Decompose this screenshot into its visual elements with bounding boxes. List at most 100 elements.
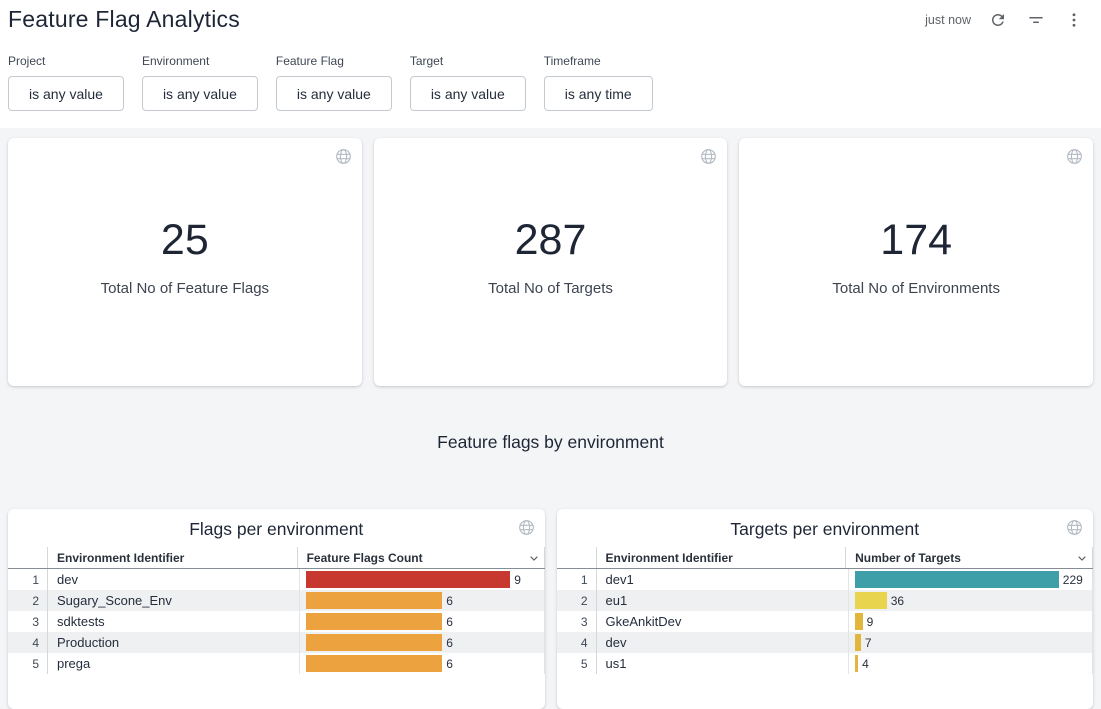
filter-icon (1027, 11, 1045, 29)
measure-cell[interactable]: 6 (300, 611, 544, 632)
bar-value-label: 229 (1063, 573, 1083, 587)
kpi-card-targets: 287 Total No of Targets (374, 138, 728, 386)
bar-value-label: 6 (446, 636, 453, 650)
kpi-card-feature-flags: 25 Total No of Feature Flags (8, 138, 362, 386)
filter-feature-flag: Feature Flag is any value (276, 54, 392, 111)
column-header-identifier[interactable]: Environment Identifier (597, 547, 847, 568)
environment-identifier-cell[interactable]: eu1 (597, 590, 849, 611)
globe-icon (334, 147, 353, 166)
bar-value-label: 6 (446, 657, 453, 671)
measure-cell[interactable]: 9 (849, 611, 1093, 632)
table-body: 1dev12292eu1363GkeAnkitDev94dev75us14 (557, 569, 1094, 674)
environment-identifier-cell[interactable]: sdktests (48, 611, 300, 632)
filter-environment: Environment is any value (142, 54, 258, 111)
row-number: 1 (8, 569, 48, 590)
bar-value-label: 6 (446, 615, 453, 629)
environment-identifier-cell[interactable]: prega (48, 653, 300, 674)
tile-globe-button[interactable] (699, 147, 718, 166)
filter-value-button[interactable]: is any value (276, 76, 392, 111)
globe-icon (699, 147, 718, 166)
table-header-row: Environment Identifier Feature Flags Cou… (8, 547, 545, 569)
dashboard-body: 25 Total No of Feature Flags 287 Total N… (0, 128, 1101, 709)
filter-bar: Project is any value Environment is any … (8, 54, 1093, 111)
row-number: 4 (8, 632, 48, 653)
bar-value-label: 4 (862, 657, 869, 671)
bar-value-label: 9 (867, 615, 874, 629)
kpi-label: Total No of Feature Flags (101, 280, 269, 297)
header-actions: just now (925, 6, 1085, 34)
bar-value-label: 9 (514, 573, 521, 587)
filter-label: Project (8, 54, 124, 68)
measure-cell[interactable]: 6 (300, 632, 544, 653)
table-row: 1dev1 229 (557, 569, 1094, 590)
bar-value-label: 7 (865, 636, 872, 650)
chevron-down-icon[interactable] (1074, 550, 1090, 566)
measure-cell[interactable]: 9 (300, 569, 544, 590)
column-header-measure[interactable]: Feature Flags Count (298, 547, 545, 568)
row-number: 2 (557, 590, 597, 611)
measure-cell[interactable]: 36 (849, 590, 1093, 611)
dashboard-header: Feature Flag Analytics just now Project … (0, 0, 1101, 128)
data-table: Environment Identifier Number of Targets… (557, 547, 1094, 674)
kebab-menu-icon (1065, 11, 1083, 29)
globe-icon (1065, 147, 1084, 166)
environment-identifier-cell[interactable]: GkeAnkitDev (597, 611, 849, 632)
row-number: 1 (557, 569, 597, 590)
value-bar (855, 655, 859, 672)
environment-identifier-cell[interactable]: Sugary_Scone_Env (48, 590, 300, 611)
kpi-label: Total No of Environments (832, 280, 1000, 297)
measure-cell[interactable]: 4 (849, 653, 1093, 674)
filter-label: Feature Flag (276, 54, 392, 68)
value-bar (306, 592, 442, 609)
kpi-value: 287 (515, 219, 587, 262)
value-bar (855, 613, 863, 630)
table-row: 1dev 9 (8, 569, 545, 590)
measure-cell[interactable]: 7 (849, 632, 1093, 653)
column-header-identifier[interactable]: Environment Identifier (48, 547, 298, 568)
filter-value-button[interactable]: is any time (544, 76, 653, 111)
more-options-button[interactable] (1063, 9, 1085, 31)
refresh-button[interactable] (987, 9, 1009, 31)
filter-label: Timeframe (544, 54, 653, 68)
chart-title: Flags per environment (8, 509, 545, 547)
filter-timeframe: Timeframe is any time (544, 54, 653, 111)
kpi-card-environments: 174 Total No of Environments (739, 138, 1093, 386)
measure-cell[interactable]: 6 (300, 653, 544, 674)
tile-globe-button[interactable] (334, 147, 353, 166)
data-table: Environment Identifier Feature Flags Cou… (8, 547, 545, 674)
row-number: 5 (557, 653, 597, 674)
tables-row: Flags per environment Environment Identi… (8, 509, 1093, 709)
environment-identifier-cell[interactable]: dev (48, 569, 300, 590)
column-header-measure[interactable]: Number of Targets (846, 547, 1093, 568)
tile-globe-button[interactable] (1065, 518, 1084, 537)
measure-cell[interactable]: 6 (300, 590, 544, 611)
refresh-icon (989, 11, 1007, 29)
filter-toggle-button[interactable] (1025, 9, 1047, 31)
filter-target: Target is any value (410, 54, 526, 111)
value-bar (306, 634, 442, 651)
kpi-row: 25 Total No of Feature Flags 287 Total N… (8, 138, 1093, 386)
table-row: 5prega6 (8, 653, 545, 674)
environment-identifier-cell[interactable]: Production (48, 632, 300, 653)
environment-identifier-cell[interactable]: dev (597, 632, 849, 653)
targets-per-environment-card: Targets per environment Environment Iden… (557, 509, 1094, 709)
filter-value-button[interactable]: is any value (410, 76, 526, 111)
value-bar (855, 571, 1059, 588)
filter-value-button[interactable]: is any value (142, 76, 258, 111)
value-bar (306, 655, 442, 672)
measure-cell[interactable]: 229 (849, 569, 1093, 590)
environment-identifier-cell[interactable]: us1 (597, 653, 849, 674)
value-bar (855, 634, 861, 651)
bar-value-label: 6 (446, 594, 453, 608)
environment-identifier-cell[interactable]: dev1 (597, 569, 849, 590)
tile-globe-button[interactable] (1065, 147, 1084, 166)
table-row: 5us1 4 (557, 653, 1094, 674)
tile-globe-button[interactable] (517, 518, 536, 537)
filter-label: Environment (142, 54, 258, 68)
table-row: 3sdktests6 (8, 611, 545, 632)
row-number: 4 (557, 632, 597, 653)
globe-icon (1065, 518, 1084, 537)
value-bar (855, 592, 887, 609)
filter-value-button[interactable]: is any value (8, 76, 124, 111)
chevron-down-icon[interactable] (526, 550, 542, 566)
